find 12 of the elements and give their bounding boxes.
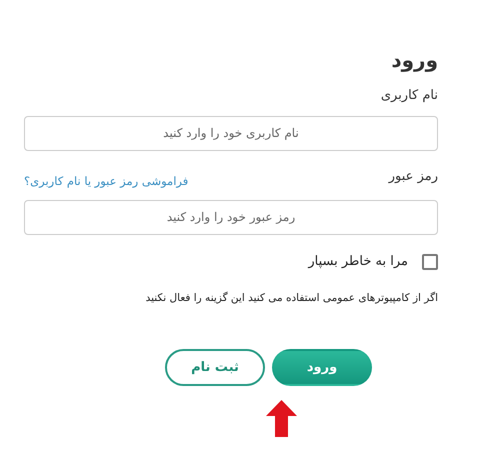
password-label: رمز عبور xyxy=(388,168,438,186)
note-text: اگر از کامپیوترهای عمومی استفاده می کنید این گزینه را فعال نکنید xyxy=(144,291,438,306)
register-button[interactable]: ثبت نام xyxy=(165,349,265,386)
username-label: نام کاربری xyxy=(380,87,438,105)
remember-me-label: مرا به خاطر بسپار xyxy=(308,252,408,271)
arrow-icon xyxy=(266,400,297,437)
login-button[interactable]: ورود xyxy=(272,349,372,386)
password-field[interactable]: رمز عبور خود را وارد کنید xyxy=(24,200,438,235)
page-title: ورود xyxy=(391,47,438,74)
remember-me-checkbox[interactable] xyxy=(422,254,438,270)
username-field[interactable]: نام کاربری خود را وارد کنید xyxy=(24,116,438,150)
forgot-password-link[interactable]: فراموشی رمز عبور یا نام کاربری؟ xyxy=(24,172,188,190)
